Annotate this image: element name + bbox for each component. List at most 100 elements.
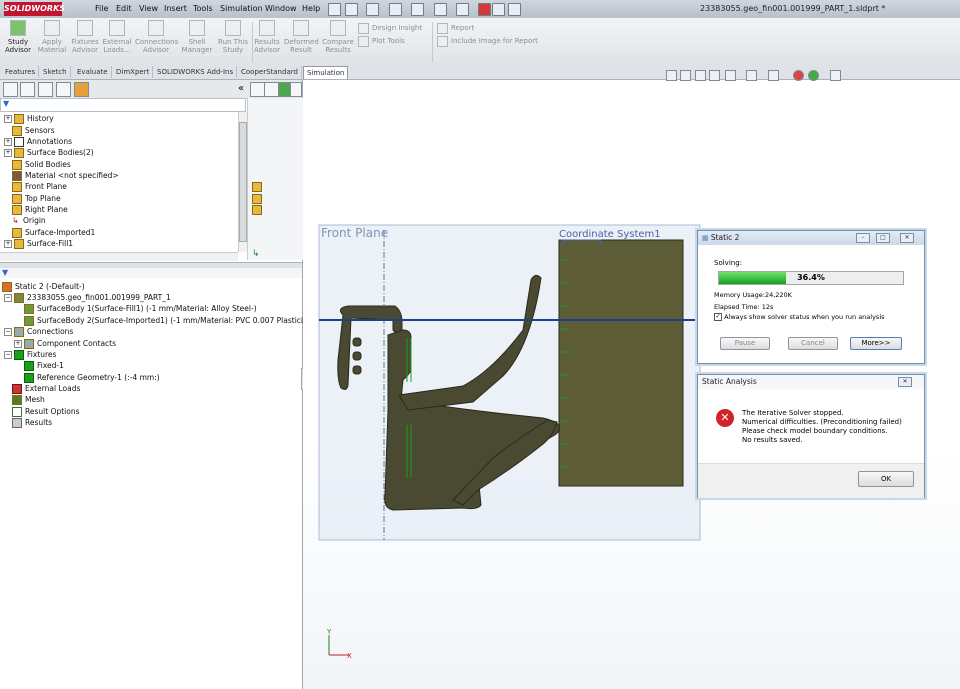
study-part[interactable]: − 23383055.geo_fin001.001999_PART_1 [4, 292, 171, 303]
print-icon[interactable] [411, 3, 424, 16]
minimize-icon[interactable]: – [856, 233, 870, 243]
tab-evaluate[interactable]: Evaluate [74, 66, 112, 78]
close-icon[interactable]: ✕ [900, 233, 914, 243]
pane-icon-1[interactable] [250, 82, 265, 97]
maximize-icon[interactable]: □ [876, 233, 890, 243]
include-image-label: Include Image for Report [451, 37, 538, 45]
tab-features[interactable]: Features [2, 66, 40, 78]
external-loads-button[interactable]: External Loads... [102, 20, 132, 64]
compare-results-button[interactable]: Compare Results [321, 20, 355, 64]
deformed-result-button[interactable]: Deformed Result [284, 20, 319, 64]
tree-surface-imported[interactable]: Surface-Imported1 [12, 227, 95, 238]
study-body1[interactable]: SurfaceBody 1(Surface-Fill1) (-1 mm/Mate… [24, 303, 257, 314]
study-static2[interactable]: Static 2 (-Default-) [2, 281, 85, 292]
menu-edit[interactable]: Edit [116, 0, 132, 18]
tree-annotations[interactable]: + Annotations [4, 136, 72, 147]
feature-tree-icon[interactable] [3, 82, 18, 97]
rebuild-icon[interactable] [478, 3, 491, 16]
tree-top-plane[interactable]: Top Plane [12, 193, 61, 204]
study-mesh[interactable]: Mesh [12, 394, 45, 405]
study-component-contacts[interactable]: + Component Contacts [14, 338, 116, 349]
menu-help[interactable]: Help [302, 0, 320, 18]
select-icon[interactable] [456, 3, 469, 16]
tab-sketch[interactable]: Sketch [40, 66, 71, 78]
filter-icon: ▼ [2, 268, 9, 277]
study-result-options[interactable]: Result Options [12, 406, 80, 417]
display-manager-icon[interactable] [74, 82, 89, 97]
tree-horizontal-scrollbar[interactable] [0, 252, 238, 261]
shell-manager-label: Shell Manager [181, 38, 213, 54]
tree-origin[interactable]: ↳ Origin [12, 215, 46, 226]
new-document-icon[interactable] [345, 3, 358, 16]
tab-dimxpert[interactable]: DimXpert [113, 66, 154, 78]
more-button[interactable]: More>> [850, 337, 902, 350]
menu-view[interactable]: View [139, 0, 158, 18]
tree-label: Result Options [25, 407, 80, 416]
tree-label: Results [25, 418, 53, 427]
plot-tools-button[interactable]: Plot Tools [358, 35, 405, 47]
undo-icon[interactable] [434, 3, 447, 16]
include-image-button[interactable]: Include Image for Report [437, 35, 538, 47]
study-external-loads[interactable]: External Loads [12, 383, 80, 394]
cancel-button[interactable]: Cancel [788, 337, 838, 350]
study-connections[interactable]: − Connections [4, 326, 73, 337]
tree-front-plane[interactable]: Front Plane [12, 181, 67, 192]
tree-sensors[interactable]: Sensors [12, 125, 55, 136]
close-icon[interactable]: ✕ [898, 377, 912, 387]
menu-simulation[interactable]: Simulation [220, 0, 263, 18]
tree-right-plane[interactable]: Right Plane [12, 204, 68, 215]
tree-solid-bodies[interactable]: Solid Bodies [12, 159, 71, 170]
study-filter[interactable]: ▼ [0, 268, 302, 278]
menu-window[interactable]: Window [265, 0, 297, 18]
study-reference-geometry[interactable]: Reference Geometry-1 (:-4 mm:) [24, 372, 160, 383]
study-fixtures[interactable]: − Fixtures [4, 349, 56, 360]
menu-insert[interactable]: Insert [164, 0, 187, 18]
tab-cooperstandard[interactable]: CooperStandard [238, 66, 302, 78]
pause-button[interactable]: Pause [720, 337, 770, 350]
tree-label: Surface-Fill1 [27, 239, 74, 248]
report-button[interactable]: Report [437, 22, 474, 34]
tree-surface-bodies[interactable]: + Surface Bodies(2) [4, 147, 94, 158]
collapse-chevron-icon[interactable]: « [238, 82, 248, 95]
configuration-icon[interactable] [38, 82, 53, 97]
feature-filter-input[interactable]: ▼ [0, 98, 246, 112]
always-show-checkbox[interactable]: ✓ Always show solver status when you run… [714, 313, 885, 321]
open-icon[interactable] [366, 3, 379, 16]
menu-tools[interactable]: Tools [193, 0, 213, 18]
pane-icon-2[interactable] [264, 82, 279, 97]
file-properties-icon[interactable] [492, 3, 505, 16]
solver-dialog-titlebar[interactable]: ▦ Static 2 [698, 231, 924, 245]
run-study-button[interactable]: Run This Study [217, 20, 249, 64]
coord-x-label: X [599, 240, 604, 248]
menu-file[interactable]: File [95, 0, 108, 18]
error-dialog-titlebar[interactable]: Static Analysis [698, 375, 924, 389]
study-body2[interactable]: SurfaceBody 2(Surface-Imported1) (-1 mm/… [24, 315, 322, 326]
connections-icon [148, 20, 164, 36]
results-advisor-button[interactable]: Results Advisor [253, 20, 281, 64]
expand-icon: + [4, 115, 12, 123]
tree-surface-fill[interactable]: + Surface-Fill1 [4, 238, 73, 249]
apply-material-button[interactable]: Apply Material [37, 20, 67, 64]
tab-addins[interactable]: SOLIDWORKS Add-Ins [154, 66, 238, 78]
shell-manager-button[interactable]: Shell Manager [181, 20, 213, 64]
study-results[interactable]: Results [12, 417, 52, 428]
tree-history[interactable]: + History [4, 113, 54, 124]
scene-icon[interactable] [290, 82, 302, 97]
pin-icon[interactable] [328, 3, 341, 16]
tree-material[interactable]: Material <not specified> [12, 170, 119, 181]
dimxpert-icon[interactable] [56, 82, 71, 97]
property-manager-icon[interactable] [20, 82, 35, 97]
options-icon[interactable] [508, 3, 521, 16]
study-advisor-button[interactable]: Study Advisor [4, 20, 32, 64]
tree-label: SurfaceBody 1(Surface-Fill1) (-1 mm/Mate… [37, 304, 257, 313]
connections-advisor-button[interactable]: Connections Advisor [135, 20, 178, 64]
study-fixed-1[interactable]: Fixed-1 [24, 360, 64, 371]
tab-simulation[interactable]: Simulation [303, 66, 349, 79]
design-insight-button[interactable]: Design Insight [358, 22, 422, 34]
save-icon[interactable] [389, 3, 402, 16]
fixtures-advisor-button[interactable]: Fixtures Advisor [70, 20, 100, 64]
checkbox-icon[interactable]: ✓ [714, 313, 722, 321]
solidworks-logo[interactable]: SOLIDWORKS [4, 2, 65, 16]
scrollbar-thumb[interactable] [239, 122, 247, 242]
ok-button[interactable]: OK [858, 471, 914, 487]
